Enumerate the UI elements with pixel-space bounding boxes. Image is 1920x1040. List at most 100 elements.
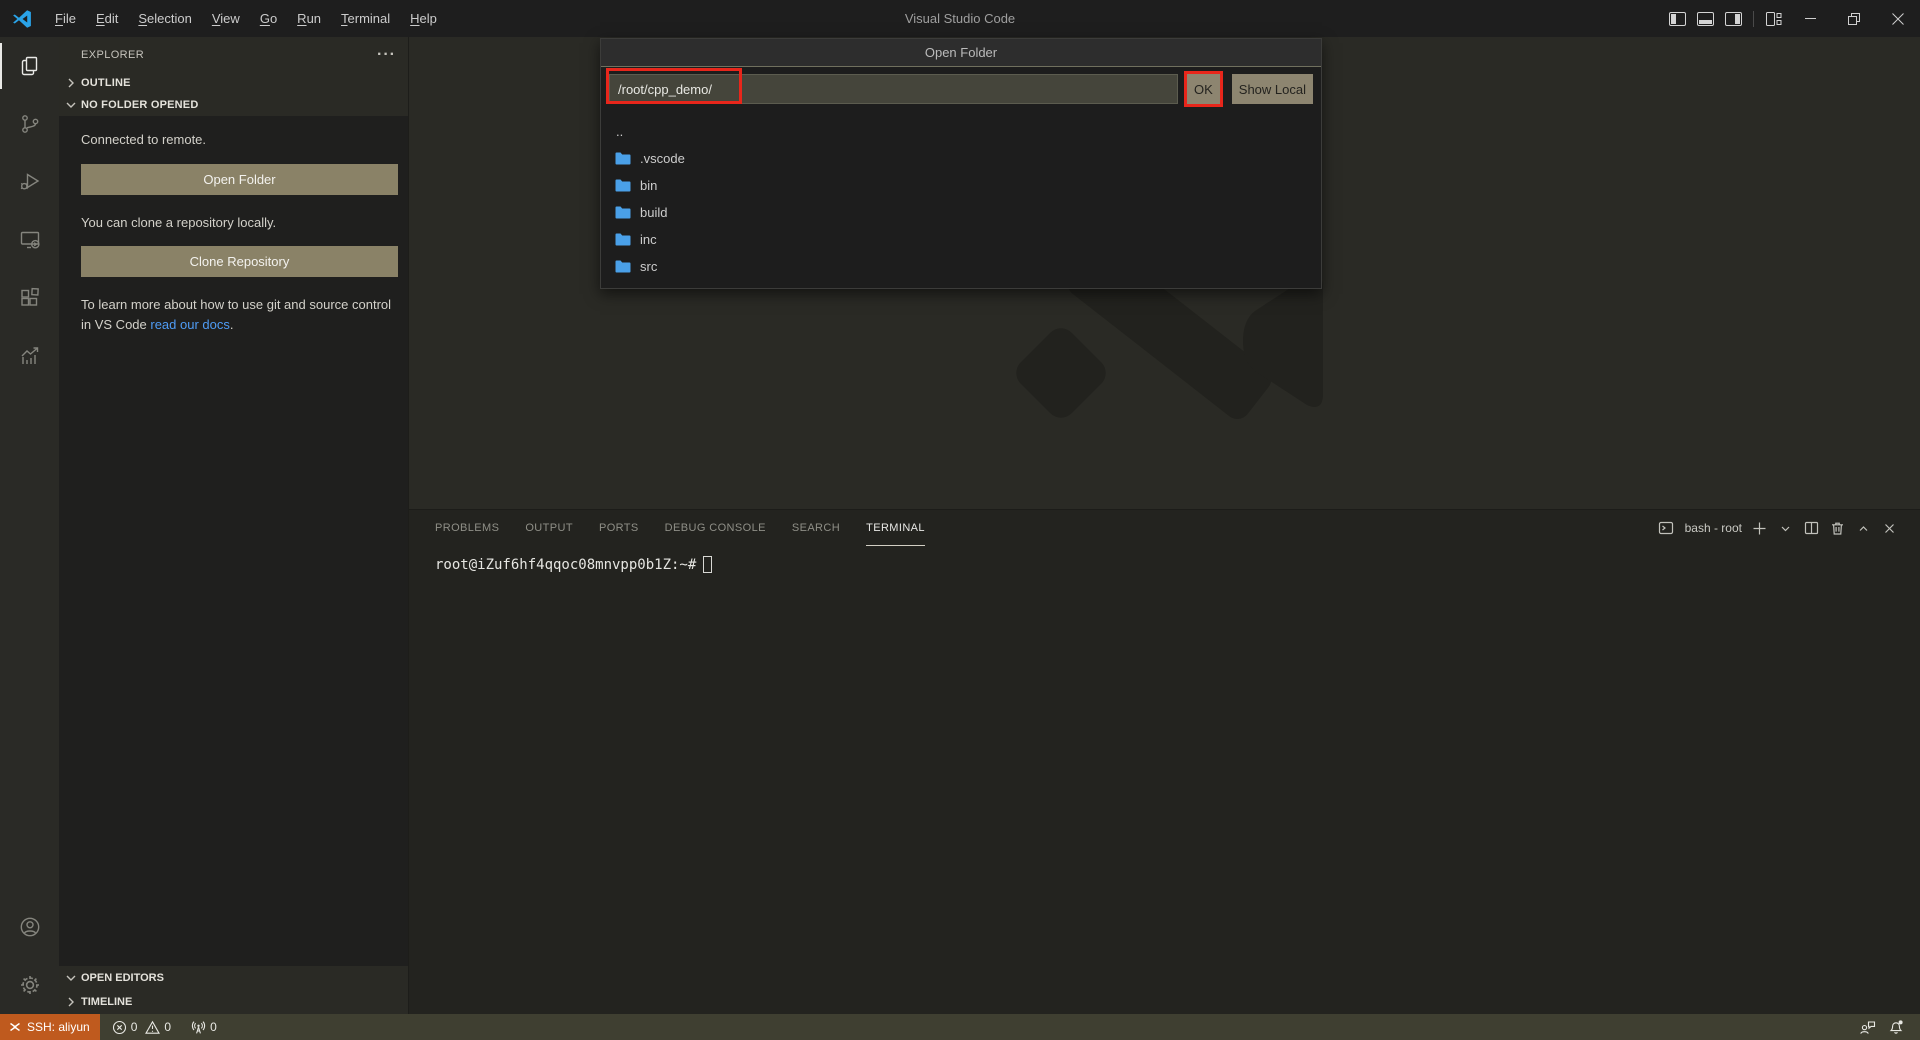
notifications-status[interactable] — [1882, 1014, 1910, 1040]
sidebar-header: EXPLORER ··· — [59, 37, 408, 72]
terminal-body[interactable]: root@iZuf6hf4qqoc08mnvpp0b1Z:~# — [409, 546, 1920, 1014]
section-timeline[interactable]: TIMELINE — [59, 990, 408, 1014]
restore-button[interactable] — [1832, 0, 1876, 37]
layout-sidebar-right-icon[interactable] — [1719, 0, 1747, 37]
tab-terminal[interactable]: TERMINAL — [866, 511, 925, 546]
list-item-parent[interactable]: .. — [601, 118, 1321, 145]
settings-gear-icon[interactable] — [0, 956, 59, 1014]
tab-search[interactable]: SEARCH — [792, 511, 840, 546]
list-item[interactable]: src — [601, 253, 1321, 280]
dialog-title: Open Folder — [601, 39, 1321, 66]
tab-debug-console[interactable]: DEBUG CONSOLE — [665, 511, 766, 546]
section-open-editors-label: OPEN EDITORS — [81, 972, 164, 984]
clone-repository-button[interactable]: Clone Repository — [81, 246, 398, 277]
titlebar: File Edit Selection View Go Run Terminal… — [0, 0, 1920, 37]
show-local-button[interactable]: Show Local — [1232, 74, 1313, 104]
folder-icon — [615, 260, 631, 273]
ports-status[interactable]: 0 — [185, 1014, 223, 1040]
kill-terminal-trash-icon[interactable] — [1824, 515, 1850, 541]
chevron-right-icon — [63, 994, 79, 1010]
statusbar: SSH: aliyun 0 0 0 — [0, 1014, 1920, 1040]
tab-problems[interactable]: PROBLEMS — [435, 511, 499, 546]
remote-icon — [8, 1020, 22, 1034]
vscode-watermark-icon — [1005, 275, 1325, 425]
source-control-icon[interactable] — [0, 95, 59, 153]
menu-view[interactable]: View — [202, 0, 250, 37]
docs-paragraph: To learn more about how to use git and s… — [81, 295, 398, 334]
titlebar-separator — [1753, 11, 1754, 27]
menu-run[interactable]: Run — [287, 0, 331, 37]
minimize-button[interactable] — [1788, 0, 1832, 37]
terminal-cursor — [703, 556, 712, 573]
section-outline[interactable]: OUTLINE — [59, 72, 408, 94]
folder-list: .. .vscode bin build inc src — [601, 113, 1321, 288]
layout-panel-icon[interactable] — [1691, 0, 1719, 37]
activity-bar — [0, 37, 59, 1014]
new-terminal-icon[interactable] — [1746, 515, 1772, 541]
section-no-folder-label: NO FOLDER OPENED — [81, 99, 199, 111]
radio-tower-icon — [191, 1020, 206, 1035]
entry-label: .vscode — [640, 151, 685, 166]
window-title: Visual Studio Code — [905, 0, 1015, 37]
remote-indicator[interactable]: SSH: aliyun — [0, 1014, 100, 1040]
layout-sidebar-left-icon[interactable] — [1663, 0, 1691, 37]
menu-help[interactable]: Help — [400, 0, 447, 37]
explorer-files-icon[interactable] — [0, 37, 59, 95]
menu-file[interactable]: File — [45, 0, 86, 37]
entry-label: .. — [616, 124, 623, 139]
run-and-debug-icon[interactable] — [0, 153, 59, 211]
sidebar-explorer: EXPLORER ··· OUTLINE NO FOLDER OPENED Co… — [59, 37, 409, 1014]
folder-icon — [615, 152, 631, 165]
entry-label: build — [640, 205, 667, 220]
extensions-icon[interactable] — [0, 269, 59, 327]
tab-ports[interactable]: PORTS — [599, 511, 639, 546]
list-item[interactable]: build — [601, 199, 1321, 226]
welcome-view: Connected to remote. Open Folder You can… — [59, 116, 408, 966]
open-folder-dialog: Open Folder OK Show Local .. .vscode bin — [600, 38, 1322, 289]
chevron-down-icon — [63, 970, 79, 986]
entry-label: inc — [640, 232, 657, 247]
close-panel-icon[interactable] — [1876, 515, 1902, 541]
warning-count: 0 — [164, 1020, 171, 1034]
terminal-shell-label[interactable]: bash - root — [1685, 521, 1742, 535]
ok-annotation-box: OK — [1184, 71, 1223, 107]
remote-explorer-icon[interactable] — [0, 211, 59, 269]
stats-graph-icon[interactable] — [0, 327, 59, 385]
menu-terminal[interactable]: Terminal — [331, 0, 400, 37]
account-icon[interactable] — [0, 898, 59, 956]
customize-layout-icon[interactable] — [1760, 0, 1788, 37]
list-item[interactable]: bin — [601, 172, 1321, 199]
docs-text: To learn more about how to use git and s… — [81, 297, 391, 332]
feedback-person-icon — [1859, 1020, 1876, 1035]
problems-status[interactable]: 0 0 — [106, 1014, 177, 1040]
read-our-docs-link[interactable]: read our docs — [150, 317, 230, 332]
warning-icon — [145, 1020, 160, 1035]
more-actions-icon[interactable]: ··· — [377, 46, 396, 64]
sidebar-title: EXPLORER — [81, 49, 144, 61]
list-item[interactable]: .vscode — [601, 145, 1321, 172]
terminal-prompt: root@iZuf6hf4qqoc08mnvpp0b1Z:~# — [435, 557, 696, 573]
feedback-status[interactable] — [1853, 1014, 1882, 1040]
open-folder-button[interactable]: Open Folder — [81, 164, 398, 195]
menu-edit[interactable]: Edit — [86, 0, 128, 37]
section-open-editors[interactable]: OPEN EDITORS — [59, 966, 408, 990]
split-terminal-icon[interactable] — [1798, 515, 1824, 541]
list-item[interactable]: inc — [601, 226, 1321, 253]
section-no-folder-opened[interactable]: NO FOLDER OPENED — [59, 94, 408, 116]
section-timeline-label: TIMELINE — [81, 996, 132, 1008]
terminal-dropdown-icon[interactable] — [1772, 515, 1798, 541]
chevron-down-icon — [63, 97, 79, 113]
tab-output[interactable]: OUTPUT — [525, 511, 573, 546]
ok-button[interactable]: OK — [1187, 74, 1220, 104]
close-window-button[interactable] — [1876, 0, 1920, 37]
section-outline-label: OUTLINE — [81, 77, 131, 89]
folder-path-input[interactable] — [609, 74, 1178, 104]
panel-tabbar: PROBLEMS OUTPUT PORTS DEBUG CONSOLE SEAR… — [409, 510, 1920, 546]
terminal-controls: bash - root — [1653, 515, 1920, 541]
maximize-panel-icon[interactable] — [1850, 515, 1876, 541]
docs-suffix: . — [230, 317, 234, 332]
menu-go[interactable]: Go — [250, 0, 287, 37]
entry-label: bin — [640, 178, 657, 193]
menu-selection[interactable]: Selection — [128, 0, 201, 37]
bell-icon — [1888, 1019, 1904, 1035]
